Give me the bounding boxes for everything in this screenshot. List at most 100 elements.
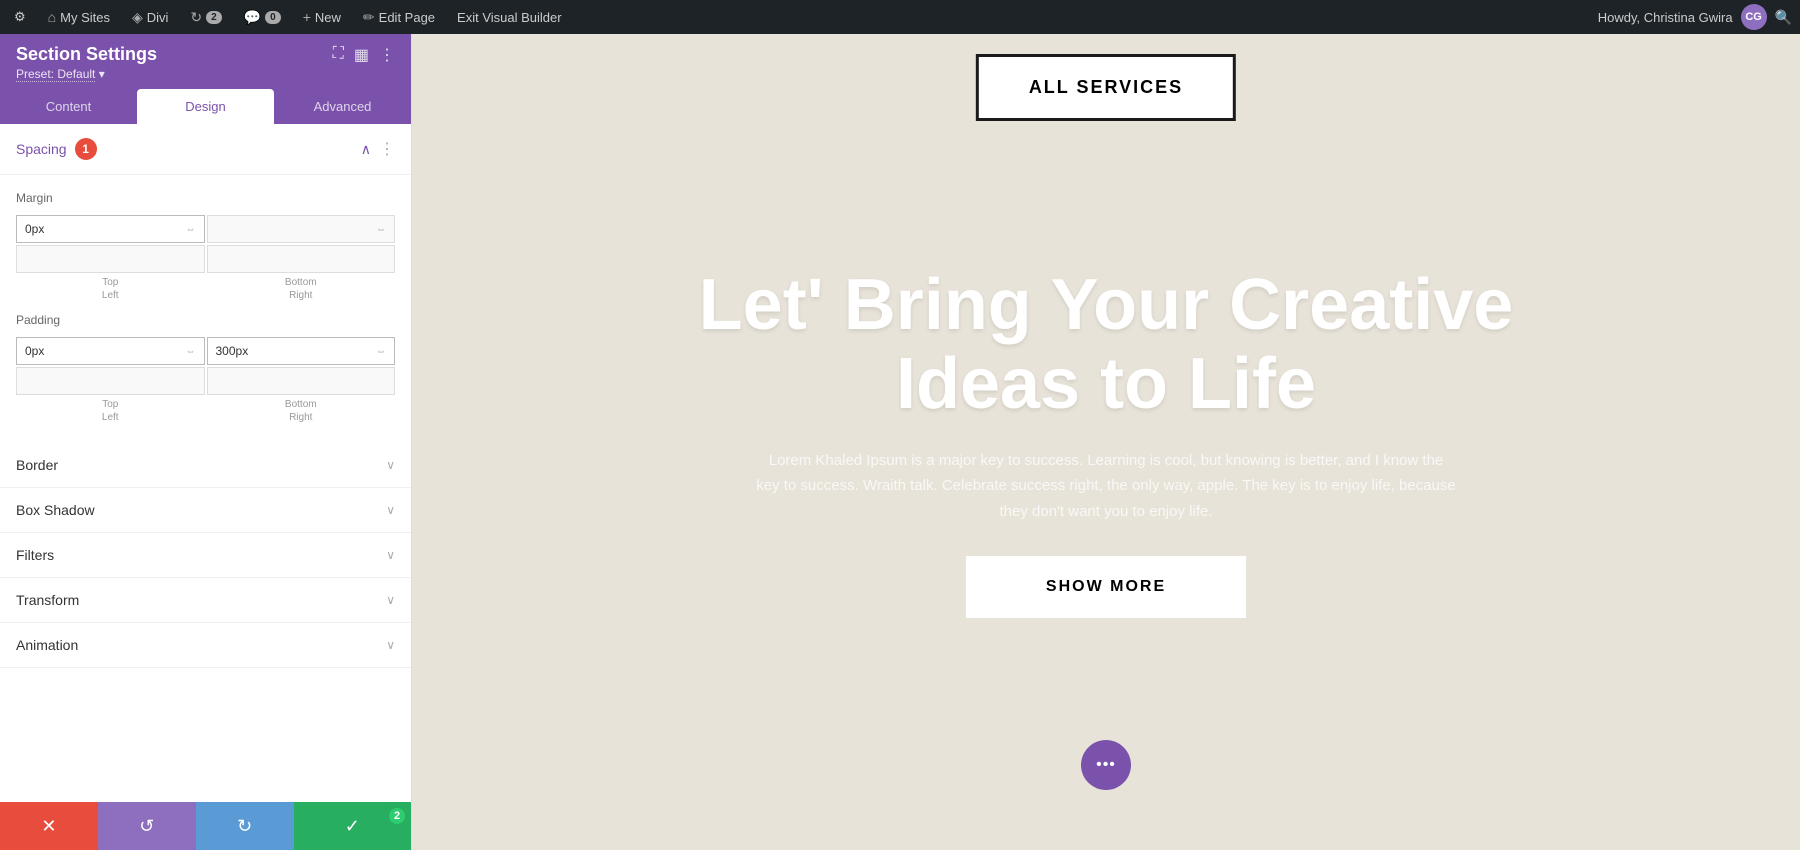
margin-left-cell <box>16 245 205 273</box>
bubbles-count: 0 <box>265 11 281 24</box>
tab-content[interactable]: Content <box>0 89 137 124</box>
border-section-header[interactable]: Border ∨ <box>0 443 411 488</box>
box-shadow-section-header[interactable]: Box Shadow ∨ <box>0 488 411 533</box>
border-chevron[interactable]: ∨ <box>386 458 395 472</box>
margin-labels: Top Bottom Left Right <box>16 277 395 301</box>
services-btn-container: ALL SERVICES <box>976 54 1236 121</box>
plus-icon: + <box>303 9 311 25</box>
padding-left-input[interactable] <box>25 374 196 388</box>
transform-chevron[interactable]: ∨ <box>386 593 395 607</box>
hero-content: Let' Bring Your Creative Ideas to Life L… <box>656 226 1556 659</box>
margin-right-cell <box>207 245 396 273</box>
undo-button[interactable]: ↺ <box>98 802 196 850</box>
edit-page-nav[interactable]: ✏ Edit Page <box>357 0 441 34</box>
padding-top-label: Top <box>16 399 205 410</box>
hero-title: Let' Bring Your Creative Ideas to Life <box>696 266 1516 424</box>
spacing-controls: Margin ⇔ ⇔ <box>0 175 411 443</box>
save-icon: ✓ <box>345 816 360 837</box>
panel-title: Section Settings <box>16 44 157 65</box>
howdy-label: Howdy, Christina Gwira <box>1598 10 1733 25</box>
margin-top-cell: ⇔ <box>16 215 205 243</box>
edit-page-label: Edit Page <box>379 10 435 25</box>
all-services-button[interactable]: ALL SERVICES <box>976 54 1236 121</box>
exit-builder-nav[interactable]: Exit Visual Builder <box>451 0 568 34</box>
padding-top-input[interactable] <box>25 344 182 358</box>
padding-right-input[interactable] <box>216 374 387 388</box>
margin-top-label: Top <box>16 277 205 288</box>
pencil-icon: ✏ <box>363 9 375 26</box>
home-icon: ⌂ <box>48 9 56 25</box>
animation-chevron[interactable]: ∨ <box>386 638 395 652</box>
right-content: ALL SERVICES Let' Bring Your Creative Id… <box>412 34 1800 850</box>
margin-label: Margin <box>16 191 395 205</box>
margin-bottom-link-icon[interactable]: ⇔ <box>376 224 386 235</box>
comments-nav[interactable]: ↻ 2 <box>184 0 227 34</box>
animation-section-header[interactable]: Animation ∨ <box>0 623 411 668</box>
padding-top-cell: ⇔ <box>16 337 205 365</box>
float-action-button[interactable]: ••• <box>1081 740 1131 790</box>
margin-right-input[interactable] <box>216 252 387 266</box>
comments-count: 2 <box>206 11 222 24</box>
more-icon[interactable]: ⋮ <box>379 45 395 65</box>
search-icon[interactable]: 🔍 <box>1775 9 1792 26</box>
panel-preset[interactable]: Preset: Default ▾ <box>16 67 395 81</box>
padding-top-link-icon[interactable]: ⇔ <box>186 346 196 357</box>
margin-right-label: Right <box>207 290 396 301</box>
divi-label: Divi <box>147 10 169 25</box>
left-panel: Section Settings ⛶ ▦ ⋮ Preset: Default ▾… <box>0 34 412 850</box>
panel-body: Spacing 1 ∧ ⋮ Margin ⇔ <box>0 124 411 802</box>
spacing-more-icon[interactable]: ⋮ <box>379 139 395 159</box>
transform-title: Transform <box>16 592 79 608</box>
spacing-title: Spacing <box>16 141 67 157</box>
padding-right-label: Right <box>207 412 396 423</box>
redo-button[interactable]: ↻ <box>196 802 294 850</box>
tab-advanced[interactable]: Advanced <box>274 89 411 124</box>
cancel-icon: ✕ <box>41 816 56 837</box>
cancel-button[interactable]: ✕ <box>0 802 98 850</box>
transform-section-header[interactable]: Transform ∨ <box>0 578 411 623</box>
refresh-icon: ↻ <box>190 9 202 26</box>
padding-bottom-cell: ⇔ <box>207 337 396 365</box>
top-navbar: ⚙ ⌂ My Sites ◈ Divi ↻ 2 💬 0 + New ✏ Edit… <box>0 0 1800 34</box>
panel-header: Section Settings ⛶ ▦ ⋮ Preset: Default ▾ <box>0 34 411 89</box>
divi-nav[interactable]: ◈ Divi <box>126 0 174 34</box>
grid-icon[interactable]: ▦ <box>354 45 369 65</box>
filters-chevron[interactable]: ∨ <box>386 548 395 562</box>
padding-bottom-link-icon[interactable]: ⇔ <box>376 346 386 357</box>
tab-design[interactable]: Design <box>137 89 274 124</box>
filters-title: Filters <box>16 547 54 563</box>
redo-icon: ↻ <box>237 816 252 837</box>
padding-label: Padding <box>16 313 395 327</box>
undo-icon: ↺ <box>139 816 154 837</box>
panel-header-icons: ⛶ ▦ ⋮ <box>333 45 395 65</box>
spacing-section-header[interactable]: Spacing 1 ∧ ⋮ <box>0 124 411 175</box>
spacing-chevron-up[interactable]: ∧ <box>361 141 371 158</box>
margin-link-icon[interactable]: ⇔ <box>186 224 196 235</box>
animation-title: Animation <box>16 637 78 653</box>
exit-builder-label: Exit Visual Builder <box>457 10 562 25</box>
filters-section-header[interactable]: Filters ∨ <box>0 533 411 578</box>
box-shadow-chevron[interactable]: ∨ <box>386 503 395 517</box>
bubbles-nav[interactable]: 💬 0 <box>238 0 287 34</box>
new-nav[interactable]: + New <box>297 0 347 34</box>
my-sites-nav[interactable]: ⌂ My Sites <box>42 0 116 34</box>
wordpress-icon[interactable]: ⚙ <box>8 0 32 34</box>
padding-bottom-input[interactable] <box>216 344 373 358</box>
padding-left-cell <box>16 367 205 395</box>
save-button[interactable]: ✓ 2 <box>294 802 411 850</box>
bottom-bar: ✕ ↺ ↻ ✓ 2 <box>0 802 411 850</box>
panel-tabs: Content Design Advanced <box>0 89 411 124</box>
spacing-badge: 1 <box>75 138 97 160</box>
margin-top-input[interactable] <box>25 222 182 236</box>
show-more-button[interactable]: SHOW MORE <box>966 556 1246 618</box>
margin-left-label: Left <box>16 290 205 301</box>
hero-description: Lorem Khaled Ipsum is a major key to suc… <box>756 448 1456 525</box>
padding-labels: Top Bottom Left Right <box>16 399 395 423</box>
resize-icon[interactable]: ⛶ <box>333 45 344 65</box>
divi-icon: ◈ <box>132 9 143 26</box>
margin-left-input[interactable] <box>25 252 196 266</box>
bubble-icon: 💬 <box>244 9 261 26</box>
avatar[interactable]: CG <box>1741 4 1767 30</box>
three-dots-icon: ••• <box>1096 756 1116 774</box>
margin-bottom-input[interactable] <box>216 222 373 236</box>
